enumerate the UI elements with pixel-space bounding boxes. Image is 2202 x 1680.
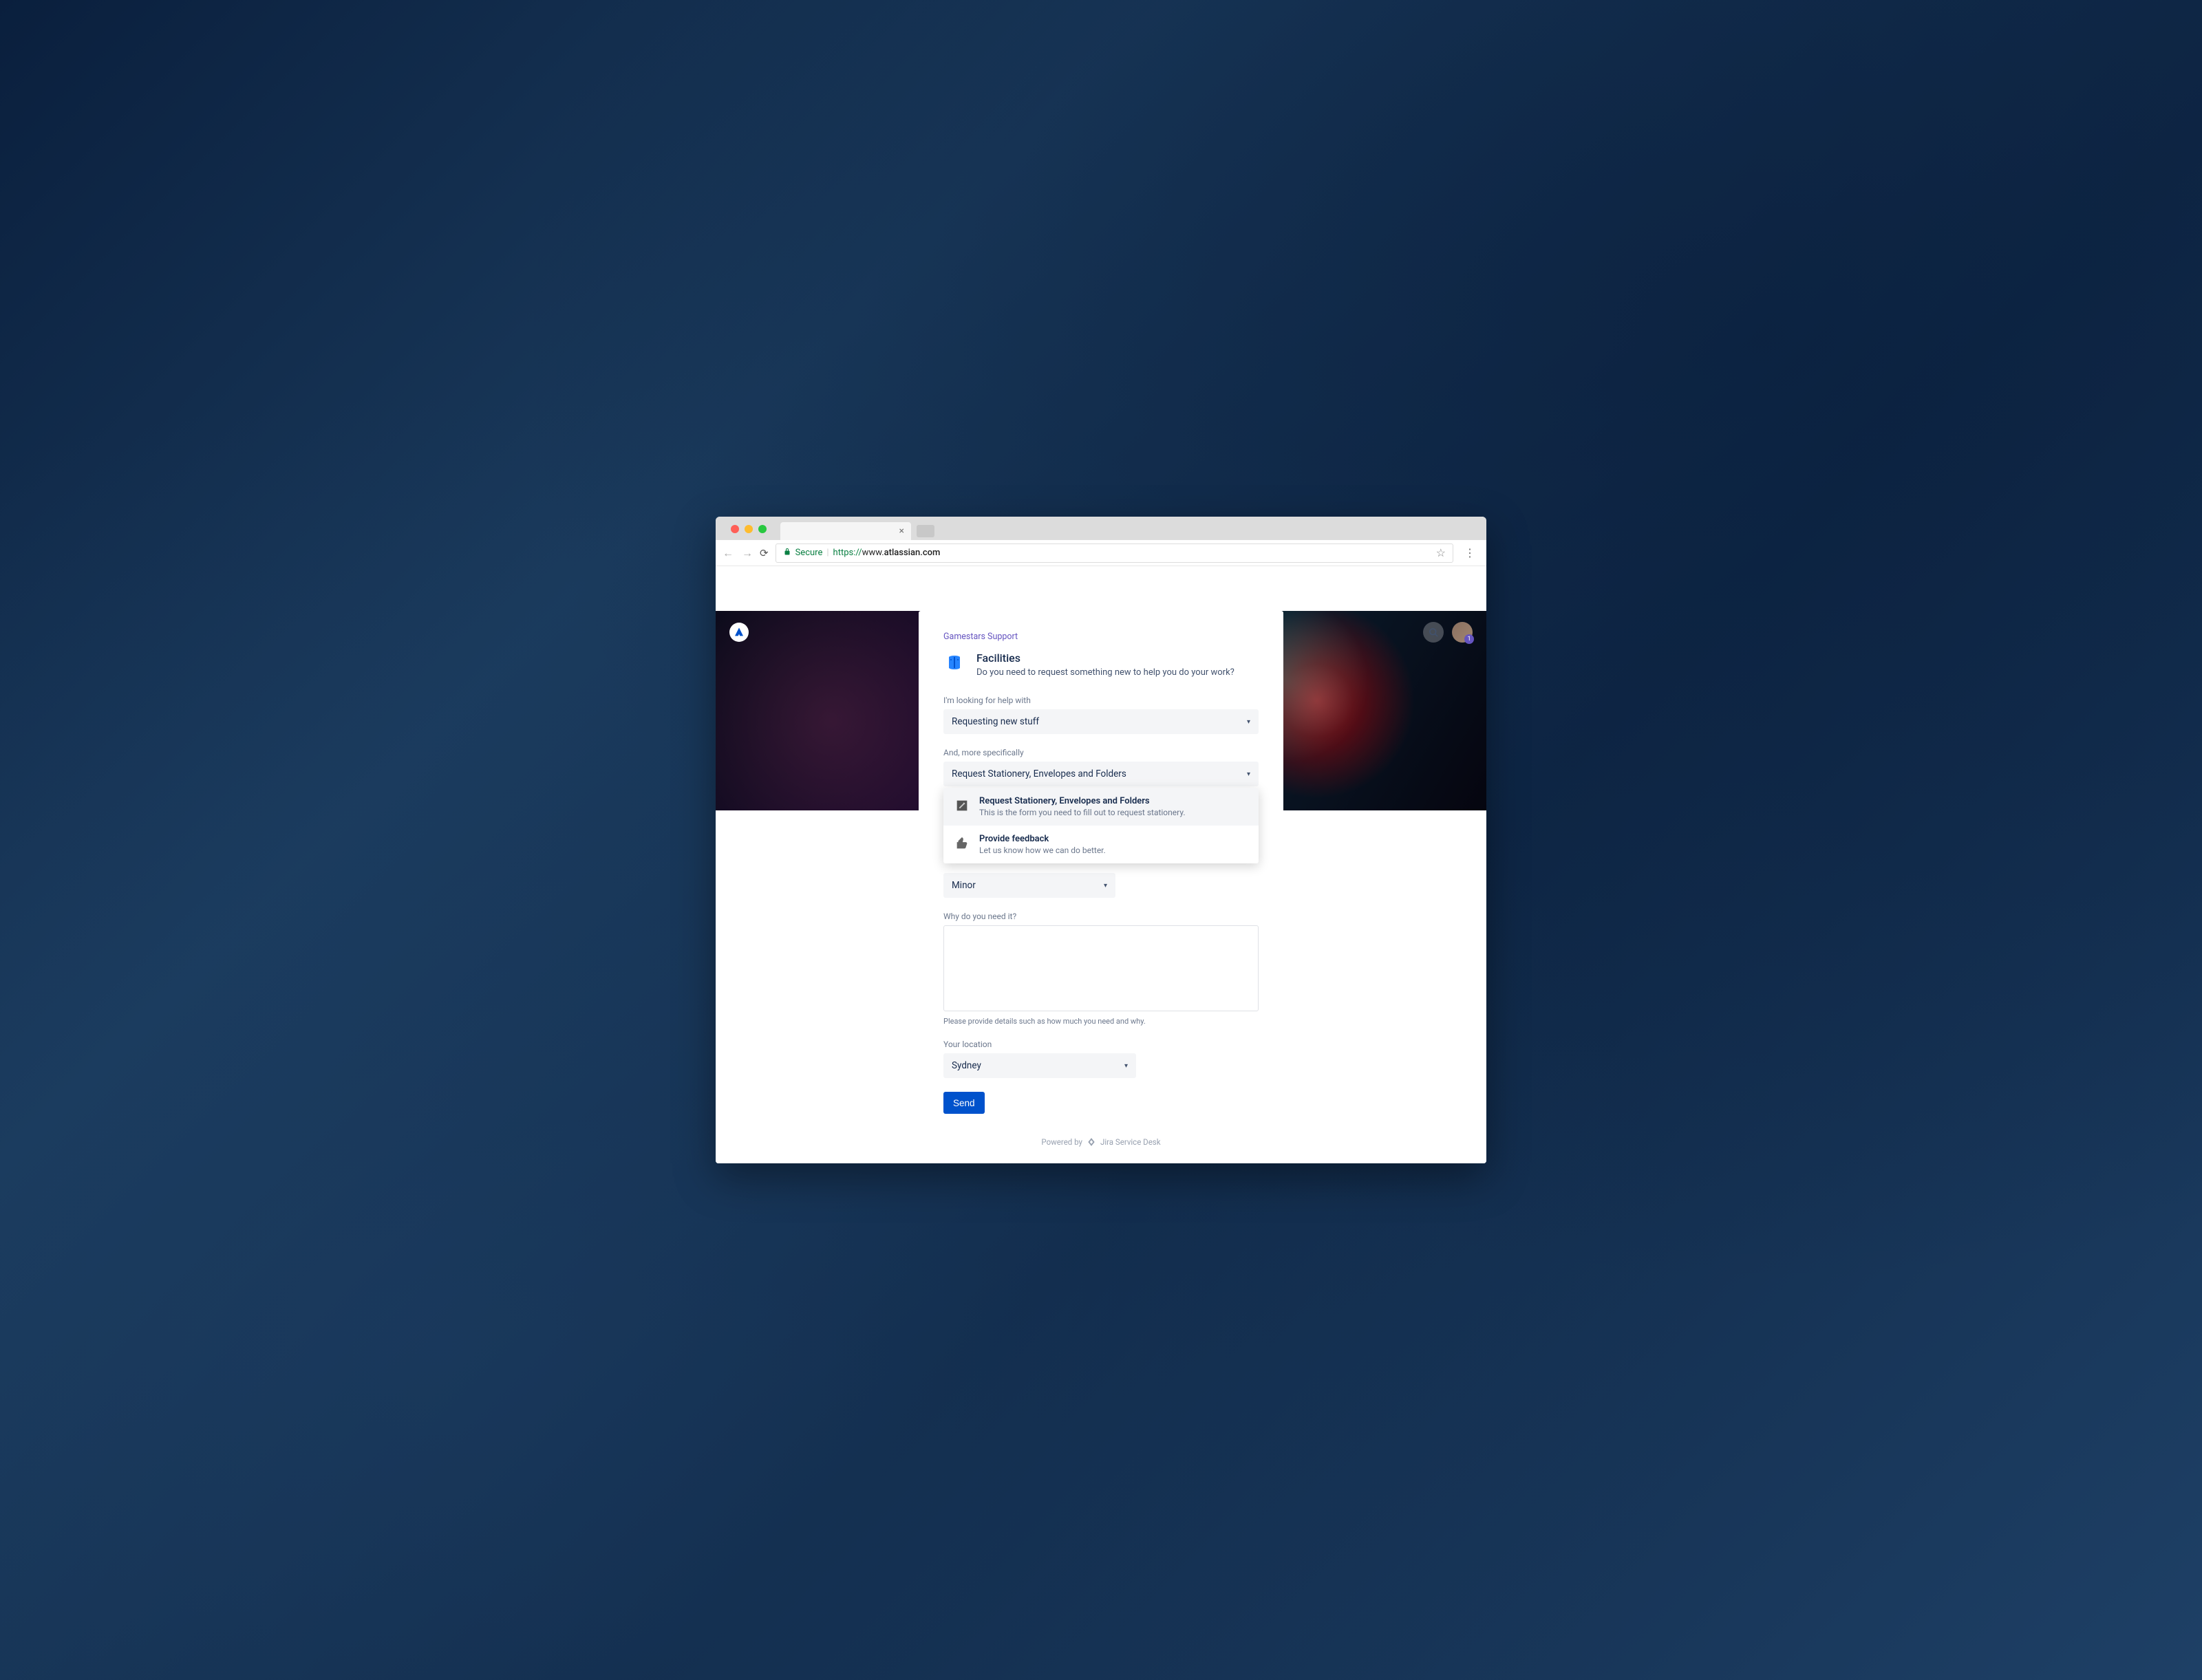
browser-menu-button[interactable]: ⋮ bbox=[1460, 546, 1479, 559]
option-desc: This is the form you need to fill out to… bbox=[979, 808, 1186, 817]
location-value: Sydney bbox=[952, 1060, 981, 1071]
forward-button[interactable]: → bbox=[742, 546, 753, 560]
maximize-window-button[interactable] bbox=[758, 525, 767, 533]
category-icon bbox=[943, 653, 965, 675]
option-desc: Let us know how we can do better. bbox=[979, 846, 1106, 855]
url-host: www.atlassian.com bbox=[862, 548, 941, 558]
request-form-card: Gamestars Support Facilities Do you need… bbox=[919, 611, 1283, 1163]
bookmark-star-icon[interactable]: ☆ bbox=[1436, 546, 1446, 559]
secure-label: Secure bbox=[795, 548, 823, 558]
browser-window: × ← → ⟳ Secure | https://www.atlassian.c… bbox=[716, 517, 1486, 1163]
send-button[interactable]: Send bbox=[943, 1092, 985, 1114]
feedback-icon bbox=[954, 836, 970, 851]
why-textarea[interactable] bbox=[943, 925, 1259, 1011]
product-name: Jira Service Desk bbox=[1100, 1137, 1161, 1147]
footer: Powered by Jira Service Desk bbox=[943, 1137, 1259, 1147]
back-button[interactable]: ← bbox=[723, 546, 734, 560]
chevron-down-icon: ▾ bbox=[1104, 882, 1107, 890]
option-title: Request Stationery, Envelopes and Folder… bbox=[979, 796, 1186, 806]
url-protocol: https:// bbox=[833, 548, 862, 558]
chevron-down-icon: ▾ bbox=[1247, 718, 1250, 726]
page-subtitle: Do you need to request something new to … bbox=[976, 667, 1234, 678]
help-with-label: I'm looking for help with bbox=[943, 696, 1259, 705]
user-avatar[interactable]: 1 bbox=[1452, 622, 1473, 643]
browser-toolbar: ← → ⟳ Secure | https://www.atlassian.com… bbox=[716, 540, 1486, 566]
close-tab-icon[interactable]: × bbox=[899, 526, 904, 537]
portal-logo[interactable] bbox=[729, 623, 749, 642]
why-label: Why do you need it? bbox=[943, 912, 1259, 921]
specifically-select[interactable]: Request Stationery, Envelopes and Folder… bbox=[943, 762, 1259, 786]
specifically-label: And, more specifically bbox=[943, 748, 1259, 757]
dropdown-option-feedback[interactable]: Provide feedback Let us know how we can … bbox=[943, 826, 1259, 863]
priority-value: Minor bbox=[952, 880, 976, 891]
search-icon bbox=[1429, 627, 1439, 638]
search-button[interactable] bbox=[1423, 622, 1444, 643]
option-title: Provide feedback bbox=[979, 834, 1106, 844]
minimize-window-button[interactable] bbox=[745, 525, 753, 533]
location-select[interactable]: Sydney ▾ bbox=[943, 1053, 1136, 1078]
lock-icon bbox=[783, 548, 791, 558]
browser-tab-strip: × bbox=[716, 517, 1486, 540]
powered-by-label: Powered by bbox=[1041, 1137, 1082, 1147]
page-content: 1 Gamestars Support Facilities Do you ne… bbox=[716, 611, 1486, 1163]
priority-select[interactable]: Minor ▾ bbox=[943, 873, 1115, 898]
location-label: Your location bbox=[943, 1040, 1259, 1049]
help-with-value: Requesting new stuff bbox=[952, 716, 1039, 727]
browser-tab[interactable]: × bbox=[780, 522, 911, 540]
reload-button[interactable]: ⟳ bbox=[760, 547, 769, 559]
help-with-select[interactable]: Requesting new stuff ▾ bbox=[943, 709, 1259, 734]
chevron-down-icon: ▾ bbox=[1247, 771, 1250, 778]
jira-icon bbox=[1087, 1137, 1096, 1147]
notification-badge: 1 bbox=[1464, 634, 1474, 644]
stationery-icon bbox=[954, 798, 970, 813]
window-controls bbox=[723, 518, 775, 540]
close-window-button[interactable] bbox=[731, 525, 739, 533]
specifically-value: Request Stationery, Envelopes and Folder… bbox=[952, 768, 1126, 779]
address-bar[interactable]: Secure | https://www.atlassian.com ☆ bbox=[776, 543, 1453, 563]
page-title: Facilities bbox=[976, 651, 1234, 665]
why-hint: Please provide details such as how much … bbox=[943, 1017, 1259, 1026]
new-tab-button[interactable] bbox=[917, 525, 934, 537]
chevron-down-icon: ▾ bbox=[1124, 1062, 1128, 1070]
dropdown-option-stationery[interactable]: Request Stationery, Envelopes and Folder… bbox=[943, 788, 1259, 826]
specifically-dropdown: Request Stationery, Envelopes and Folder… bbox=[943, 788, 1259, 863]
